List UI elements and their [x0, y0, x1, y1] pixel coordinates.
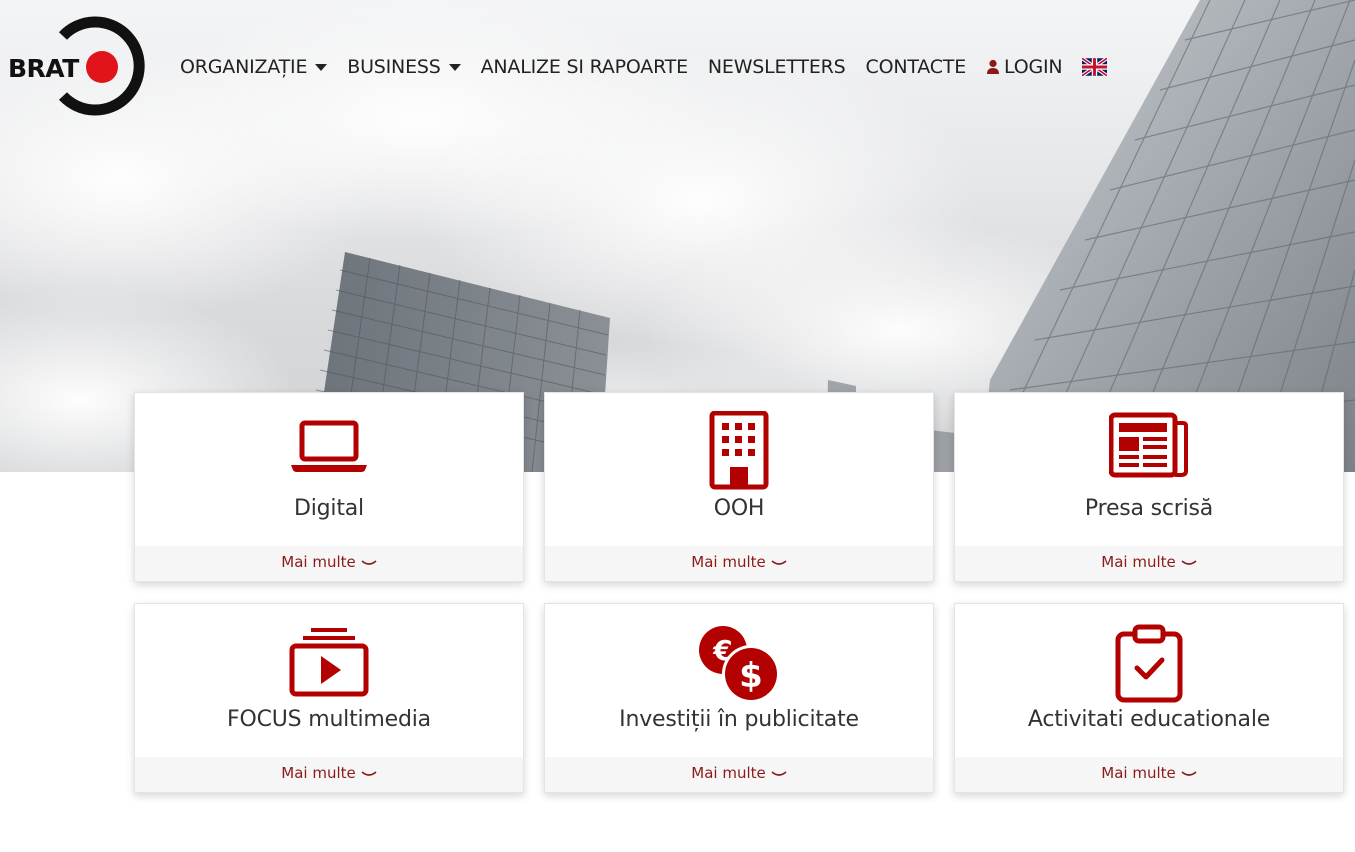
chevron-down-icon — [361, 770, 377, 776]
chevron-down-icon — [771, 559, 787, 565]
card-activitati-educationale[interactable]: Activitati educationale Mai multe — [954, 603, 1344, 793]
mai-multe-link[interactable]: Mai multe — [135, 546, 523, 581]
main-nav: ORGANIZAȚIE BUSINESS ANALIZE SI RAPOARTE… — [180, 52, 1108, 82]
card-presa-scrisa[interactable]: Presa scrisă Mai multe — [954, 392, 1344, 582]
mai-multe-link[interactable]: Mai multe — [545, 546, 933, 581]
building-icon — [545, 411, 933, 491]
link-label: Mai multe — [281, 764, 356, 782]
nav-item-analize-si-rapoarte[interactable]: ANALIZE SI RAPOARTE — [481, 56, 688, 78]
euro-dollar-coins-icon: € $ — [545, 622, 933, 702]
chevron-down-icon — [361, 559, 377, 565]
login-label: LOGIN — [1004, 56, 1063, 78]
mai-multe-link[interactable]: Mai multe — [955, 546, 1343, 581]
nav-item-label: BUSINESS — [347, 56, 441, 78]
link-label: Mai multe — [1101, 553, 1176, 571]
nav-item-organizatie[interactable]: ORGANIZAȚIE — [180, 56, 328, 78]
nav-item-contacte[interactable]: CONTACTE — [866, 56, 967, 78]
link-label: Mai multe — [691, 764, 766, 782]
nav-item-label: NEWSLETTERS — [707, 56, 846, 78]
card-title: FOCUS multimedia — [227, 707, 431, 732]
laptop-icon — [135, 411, 523, 491]
brat-logo[interactable]: BRAT — [6, 16, 152, 116]
card-title: Presa scrisă — [1084, 496, 1214, 521]
svg-text:$: $ — [739, 656, 763, 696]
card-title: Investiții în publicitate — [619, 707, 859, 732]
card-investitii-publicitate[interactable]: € $ Investiții în publicitate Mai multe — [544, 603, 934, 793]
nav-item-label: ANALIZE SI RAPOARTE — [480, 56, 688, 78]
mai-multe-link[interactable]: Mai multe — [135, 757, 523, 792]
mai-multe-link[interactable]: Mai multe — [545, 757, 933, 792]
mai-multe-link[interactable]: Mai multe — [955, 757, 1343, 792]
newspaper-icon — [955, 411, 1343, 491]
card-title: Digital — [294, 496, 364, 521]
caret-down-icon — [448, 63, 461, 71]
nav-item-login[interactable]: LOGIN — [986, 56, 1063, 78]
nav-item-label: CONTACTE — [865, 56, 967, 78]
site-header: BRAT ORGANIZAȚIE BUSINESS ANALIZE SI RAP… — [0, 0, 1355, 130]
nav-item-business[interactable]: BUSINESS — [347, 56, 461, 78]
card-ooh[interactable]: OOH Mai multe — [544, 392, 934, 582]
card-title: Activitati educationale — [1027, 707, 1271, 732]
logo-text: BRAT — [8, 54, 79, 83]
card-title: OOH — [713, 496, 765, 521]
chevron-down-icon — [1181, 559, 1197, 565]
chevron-down-icon — [771, 770, 787, 776]
card-digital[interactable]: Digital Mai multe — [134, 392, 524, 582]
caret-down-icon — [315, 63, 328, 71]
uk-flag-icon[interactable] — [1082, 58, 1108, 76]
link-label: Mai multe — [1101, 764, 1176, 782]
clipboard-check-icon — [955, 624, 1343, 704]
user-icon — [986, 59, 1000, 75]
link-label: Mai multe — [281, 553, 356, 571]
video-playlist-icon — [135, 626, 523, 706]
nav-item-newsletters[interactable]: NEWSLETTERS — [708, 56, 846, 78]
nav-item-label: ORGANIZAȚIE — [180, 56, 308, 78]
link-label: Mai multe — [691, 553, 766, 571]
chevron-down-icon — [1181, 770, 1197, 776]
card-focus-multimedia[interactable]: FOCUS multimedia Mai multe — [134, 603, 524, 793]
